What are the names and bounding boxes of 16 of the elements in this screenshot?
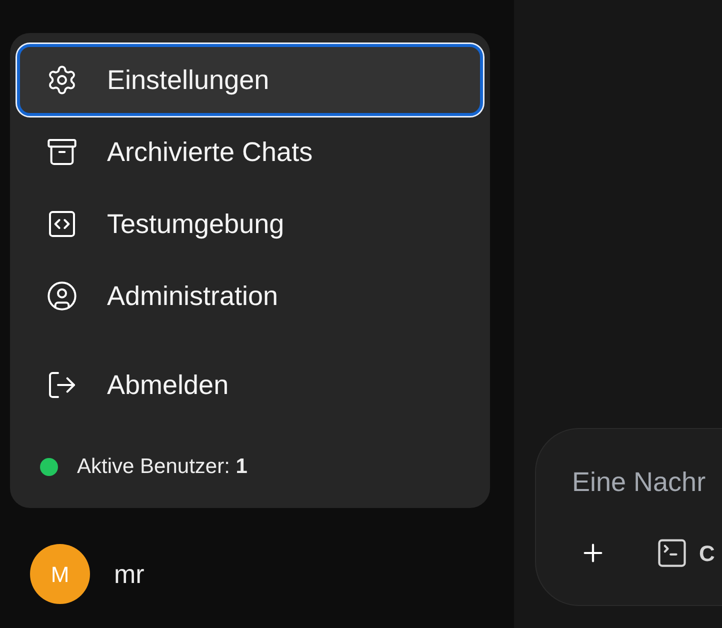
user-circle-icon <box>46 280 78 312</box>
menu-item[interactable]: Testumgebung <box>17 188 483 260</box>
logout-icon <box>46 369 78 401</box>
settings-icon <box>46 64 78 96</box>
user-name: mr <box>114 558 144 590</box>
terminal-icon <box>655 536 689 570</box>
menu-item[interactable]: Administration <box>17 260 483 332</box>
status-dot-icon <box>40 458 58 476</box>
menu-item[interactable]: Abmelden <box>17 349 483 421</box>
code-square-icon <box>46 208 78 240</box>
terminal-button[interactable]: C <box>655 535 715 571</box>
active-users-text: Aktive Benutzer: 1 <box>77 454 248 480</box>
menu-item[interactable]: Archivierte Chats <box>17 116 483 188</box>
menu-item[interactable]: Einstellungen <box>17 44 483 116</box>
message-input[interactable]: Eine Nachr <box>572 463 722 501</box>
archive-box-icon <box>46 136 78 168</box>
